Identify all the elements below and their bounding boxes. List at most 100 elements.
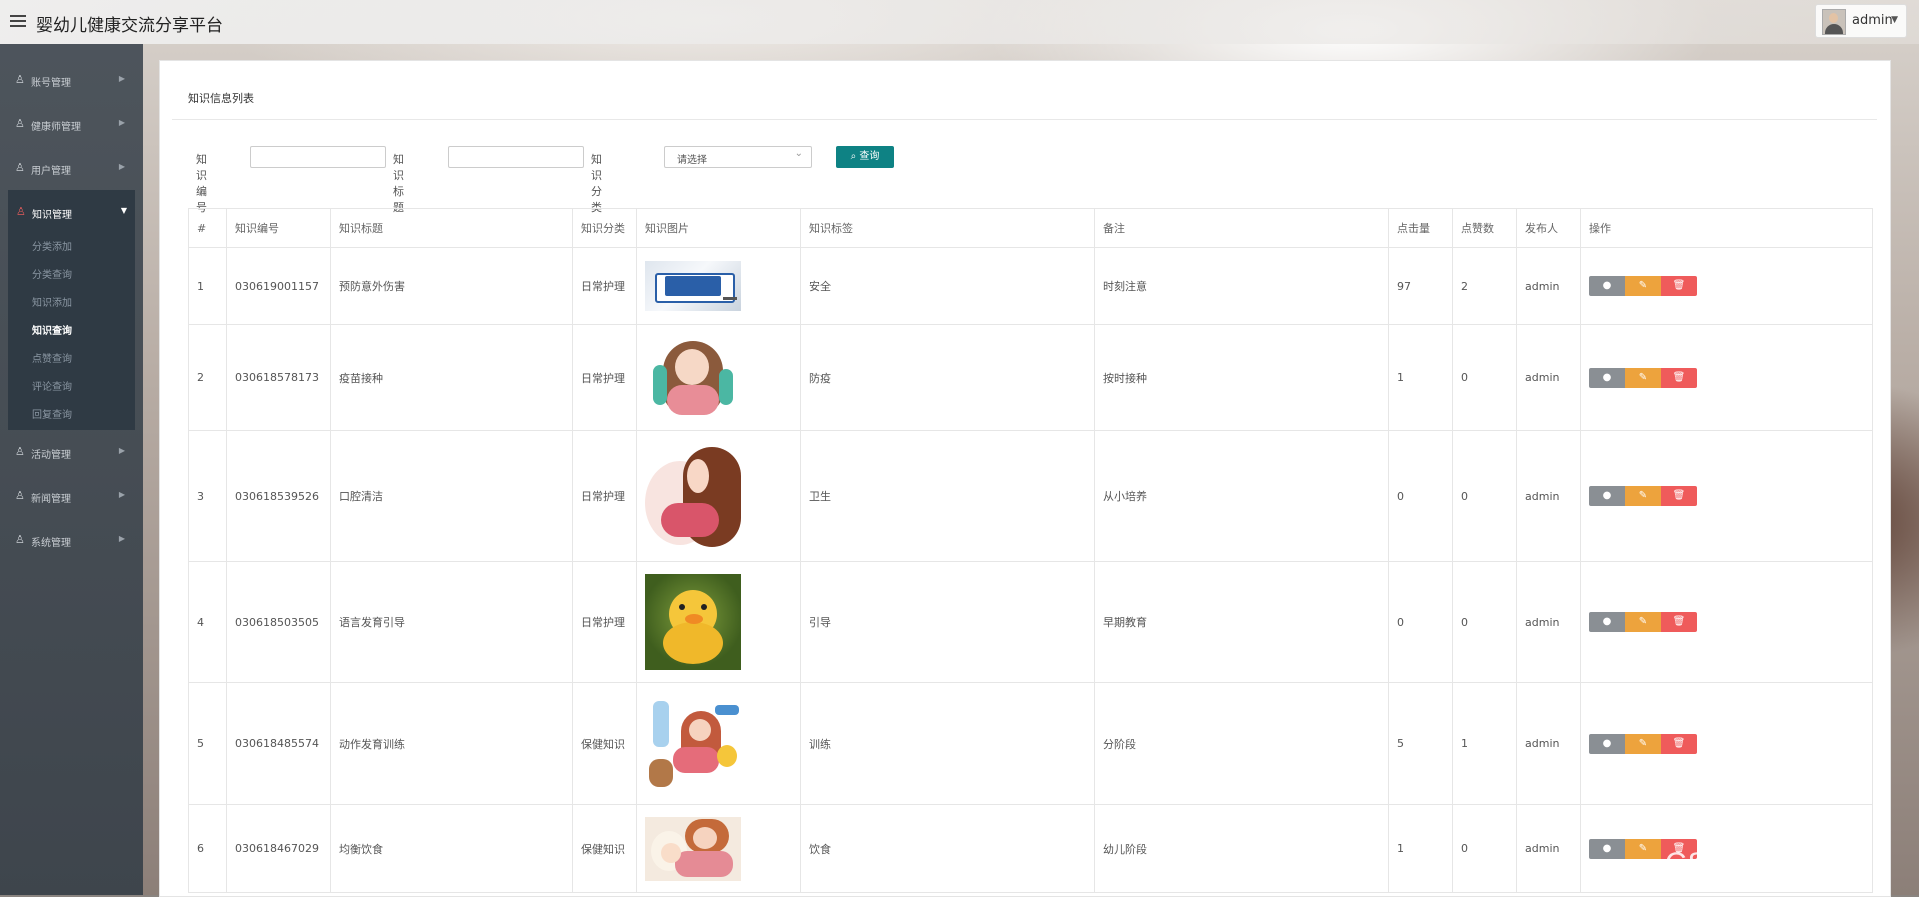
chevron-right-icon: ▶ [118,162,125,171]
knowledge-title-input[interactable] [448,146,584,168]
edit-button[interactable]: ✎ [1625,276,1661,296]
pencil-icon: ✎ [1638,280,1648,291]
sidebar-item-news[interactable]: ♙ 新闻管理 ▶ [0,474,143,518]
mother-sleeping-baby-illustration-image [645,816,741,881]
trash-icon: 🗑 [1672,371,1686,383]
trash-icon: 🗑 [1672,490,1686,501]
sidebar-item-accounts[interactable]: ♙ 账号管理 ▶ [0,58,143,102]
mother-holding-baby-illustration-image [645,441,741,551]
edit-button[interactable]: ✎ [1625,838,1661,859]
delete-button[interactable]: 🗑 [1661,486,1697,506]
search-icon: ⌕ [850,151,857,162]
knowledge-category-select[interactable]: 请选择 ⌄ [664,146,812,168]
info-icon: ● [1602,842,1612,854]
table-row: 2 030618578173 疫苗接种 日常护理 防疫 按时接种 1 0 adm… [188,324,1873,431]
knowledge-id-input[interactable] [250,146,386,168]
sidebar-subitem-category-query[interactable]: 分类查询 [8,262,135,290]
info-icon: ● [1602,490,1612,501]
sidebar-subitem-knowledge-add[interactable]: 知识添加 [8,290,135,318]
column-header: # [188,208,227,248]
sidebar-item-activities[interactable]: ♙ 活动管理 ▶ [0,430,143,474]
view-button[interactable]: ● [1589,276,1625,296]
view-button[interactable]: ● [1589,612,1625,632]
knowledge-title-label: 知识标题 [393,153,404,214]
chevron-right-icon: ▶ [118,446,125,455]
sidebar-item-system[interactable]: ♙ 系统管理 ▶ [0,518,143,562]
caret-down-icon: ▼ [1891,15,1898,25]
edit-button[interactable]: ✎ [1625,733,1661,754]
table-row: 6 030618467029 均衡饮食 保健知识 饮食 幼儿阶段 1 0 adm… [188,804,1873,893]
menu-toggle-icon[interactable] [10,12,26,30]
muying-logo-image [645,261,741,311]
column-header: 备注 [1094,208,1389,248]
sidebar-item-knowledge[interactable]: ♙ 知识管理 ▼ [8,190,135,234]
chevron-right-icon: ▶ [118,534,125,543]
user-menu[interactable]: admin ▼ [1815,4,1907,38]
table-row: 1 030619001157 预防意外伤害 日常护理 安全 时刻注意 97 2 … [188,247,1873,325]
pencil-icon: ✎ [1638,737,1648,749]
panel-header: 知识信息列表 [172,73,1877,120]
sidebar-item-users[interactable]: ♙ 用户管理 ▶ [0,146,143,190]
chevron-down-icon: ⌄ [794,148,803,159]
knowledge-table: # 知识编号 知识标题 知识分类 知识图片 知识标签 备注 点击量 点赞数 发布… [188,208,1873,893]
table-row: 3 030618539526 口腔清洁 日常护理 卫生 从小培养 0 0 adm… [188,430,1873,562]
top-bar: 婴幼儿健康交流分享平台 admin ▼ [0,0,1919,44]
view-button[interactable]: ● [1589,486,1625,506]
chevron-right-icon: ▶ [118,74,125,83]
column-header: 操作 [1580,208,1873,248]
pencil-icon: ✎ [1638,842,1648,854]
pencil-icon: ✎ [1638,371,1648,383]
mother-child-toys-illustration-image [645,696,741,791]
search-button[interactable]: ⌕ 查询 [836,146,894,168]
user-icon: ♙ [15,161,25,174]
column-header: 点击量 [1388,208,1453,248]
edit-button[interactable]: ✎ [1625,367,1661,388]
avatar [1822,9,1846,35]
column-header: 点赞数 [1452,208,1517,248]
info-icon: ● [1602,371,1612,383]
mother-baby-illustration-image [645,334,741,421]
user-icon: ♙ [15,117,25,130]
view-button[interactable]: ● [1589,733,1625,754]
sidebar-subitem-like-query[interactable]: 点赞查询 [8,346,135,374]
table-row: 5 030618485574 动作发育训练 保健知识 训练 分阶段 5 1 ad… [188,682,1873,805]
view-button[interactable]: ● [1589,367,1625,388]
delete-button[interactable]: 🗑 [1661,612,1697,632]
table-row: 4 030618503505 语言发育引导 日常护理 引导 早期教育 0 0 a… [188,561,1873,683]
sidebar-subitem-category-add[interactable]: 分类添加 [8,234,135,262]
sidebar-item-health-experts[interactable]: ♙ 健康师管理 ▶ [0,102,143,146]
info-icon: ● [1602,616,1612,627]
delete-button[interactable]: 🗑 [1661,733,1697,754]
app-title: 婴幼儿健康交流分享平台 [36,16,223,36]
chevron-right-icon: ▶ [118,118,125,127]
watermark: CSDN @汤姆yu [1665,847,1891,880]
user-icon: ♙ [16,205,26,218]
user-icon: ♙ [15,445,25,458]
user-icon: ♙ [15,533,25,546]
duckling-photo-image [645,574,741,670]
info-icon: ● [1602,737,1612,749]
chevron-down-icon: ▼ [120,206,127,215]
table-header-row: # 知识编号 知识标题 知识分类 知识图片 知识标签 备注 点击量 点赞数 发布… [188,208,1873,248]
sidebar-subitem-knowledge-query[interactable]: 知识查询 [8,318,135,346]
edit-button[interactable]: ✎ [1625,486,1661,506]
trash-icon: 🗑 [1672,737,1686,749]
sidebar-group-knowledge: ♙ 知识管理 ▼ 分类添加 分类查询 知识添加 知识查询 点赞查询 评论查询 回… [8,190,135,430]
view-button[interactable]: ● [1589,838,1625,859]
knowledge-category-label: 知识分类 [591,153,602,214]
edit-button[interactable]: ✎ [1625,612,1661,632]
sidebar-subitem-reply-query[interactable]: 回复查询 [8,402,135,430]
column-header: 知识标签 [800,208,1095,248]
user-icon: ♙ [15,489,25,502]
column-header: 知识图片 [636,208,801,248]
sidebar: ♙ 账号管理 ▶ ♙ 健康师管理 ▶ ♙ 用户管理 ▶ ♙ 知识管理 ▼ 分类添… [0,44,143,895]
knowledge-id-label: 知识编号 [196,153,207,214]
column-header: 知识分类 [572,208,637,248]
user-icon: ♙ [15,73,25,86]
sidebar-subitem-comment-query[interactable]: 评论查询 [8,374,135,402]
page-title: 知识信息列表 [188,92,254,105]
trash-icon: 🗑 [1672,616,1686,627]
delete-button[interactable]: 🗑 [1661,276,1697,296]
pencil-icon: ✎ [1638,616,1648,627]
delete-button[interactable]: 🗑 [1661,367,1697,388]
